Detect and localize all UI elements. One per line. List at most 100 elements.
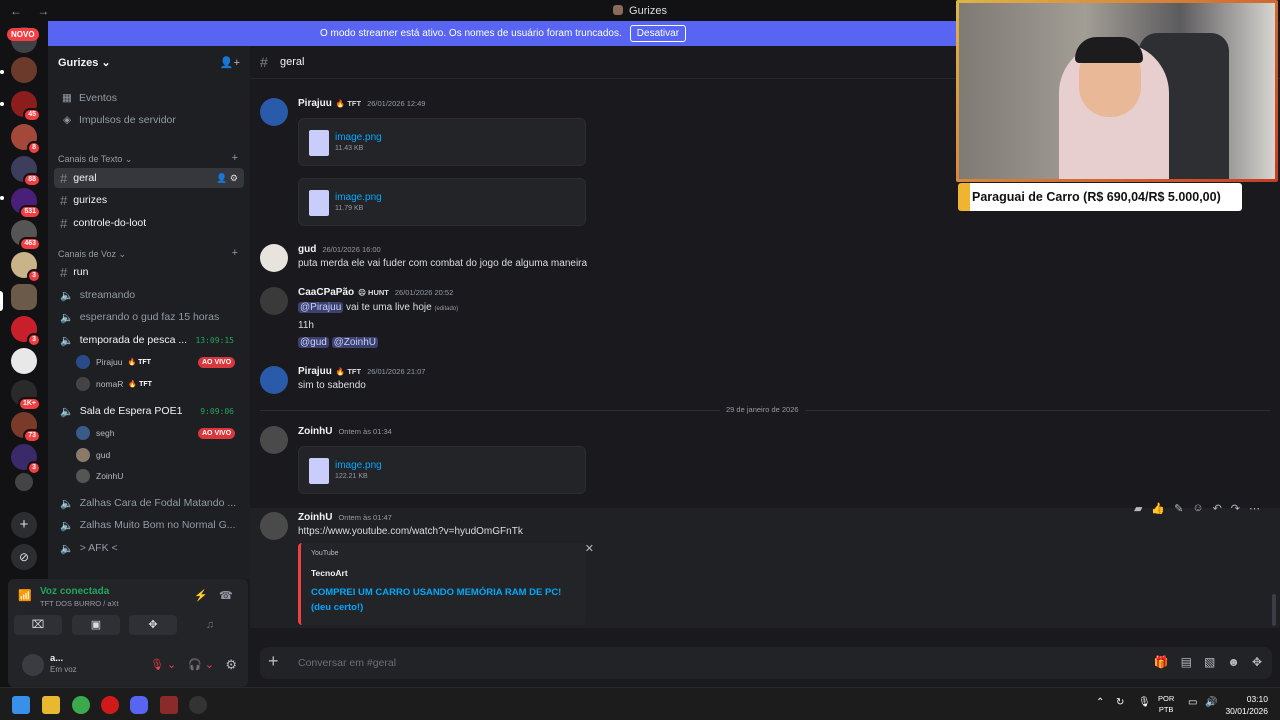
message-author[interactable]: ZoinhU xyxy=(298,426,332,437)
server-icon-13[interactable]: 3 xyxy=(11,444,41,475)
embed-title[interactable]: COMPREI UM CARRO USANDO MEMÓRIA RAM DE P… xyxy=(311,585,576,615)
add-channel-icon[interactable]: + xyxy=(232,152,238,164)
server-icon-3[interactable]: 45 xyxy=(11,91,41,122)
avatar[interactable] xyxy=(260,244,288,272)
reply-icon[interactable]: ↶ xyxy=(1213,502,1222,515)
server-icon-10[interactable] xyxy=(11,348,37,374)
mention[interactable]: @ZoinhU xyxy=(331,337,379,348)
mention[interactable]: @gud xyxy=(298,337,329,348)
channel-run[interactable]: # run xyxy=(54,262,244,282)
user-name[interactable]: a... xyxy=(50,653,63,664)
file-attachment[interactable]: image.png 11.79 KB xyxy=(298,178,586,226)
avatar[interactable] xyxy=(260,98,288,126)
voice-user[interactable]: Pirajuu 🔥 TFT xyxy=(76,355,151,369)
thumbs-up-icon[interactable]: 👍 xyxy=(1151,502,1165,515)
mention[interactable]: @Pirajuu xyxy=(298,302,344,313)
voice-channel-afk[interactable]: 🔈 > AFK < xyxy=(54,538,244,558)
sync-icon[interactable]: ↻ xyxy=(1116,697,1124,708)
voice-connected-title[interactable]: Voz conectada xyxy=(40,586,109,597)
discord-icon[interactable] xyxy=(130,696,148,714)
avatar[interactable] xyxy=(260,366,288,394)
server-icon-gurizes[interactable] xyxy=(11,284,37,310)
avatar[interactable] xyxy=(22,654,44,676)
server-icon-7[interactable]: 463 xyxy=(11,220,41,251)
chevron-up-icon[interactable]: ⌃ xyxy=(1096,697,1104,708)
mute-icon[interactable]: 🎙 ⌄ xyxy=(150,658,176,671)
explore-icon[interactable]: ⊘ xyxy=(11,544,37,570)
apps-icon[interactable]: ✥ xyxy=(1252,655,1262,669)
attach-icon[interactable]: + xyxy=(268,651,279,672)
message-input[interactable]: Conversar em #geral xyxy=(298,657,396,669)
voice-channel-zalhas2[interactable]: 🔈 Zalhas Muito Bom no Normal G... xyxy=(54,515,244,535)
start-icon[interactable] xyxy=(12,696,30,714)
message-author[interactable]: ZoinhU xyxy=(298,512,332,523)
sidebar-item-events[interactable]: ▦ Eventos xyxy=(60,92,117,104)
voice-user[interactable]: nomaR 🔥 TFT xyxy=(76,377,152,391)
file-attachment[interactable]: image.png 11.43 KB xyxy=(298,118,586,166)
gift-icon[interactable]: 🎁 xyxy=(1154,655,1169,669)
add-reaction-icon[interactable]: ☺ xyxy=(1192,502,1203,515)
server-icon-4[interactable]: 8 xyxy=(11,124,41,155)
avatar[interactable] xyxy=(260,512,288,540)
message-author[interactable]: Pirajuu xyxy=(298,366,332,377)
screenshare-button[interactable]: ▣ xyxy=(72,615,120,635)
server-icon-2[interactable] xyxy=(11,57,37,83)
invite-icon[interactable]: 👤+ xyxy=(220,56,240,69)
file-attachment[interactable]: image.png 122.21 KB xyxy=(298,446,586,494)
server-icon-11[interactable]: 1K+ xyxy=(11,380,41,411)
voice-category[interactable]: Canais de Voz ⌄ xyxy=(58,249,126,260)
activities-button[interactable]: ✥ xyxy=(129,615,177,635)
sidebar-item-boosts[interactable]: ◈ Impulsos de servidor xyxy=(60,114,176,126)
message-author[interactable]: gud xyxy=(298,244,316,255)
channel-controle-do-loot[interactable]: # controle-do-loot xyxy=(54,213,244,233)
noise-suppression-icon[interactable]: ⚡ xyxy=(194,589,208,602)
explorer-icon[interactable] xyxy=(42,696,60,714)
opera-icon[interactable] xyxy=(101,696,119,714)
channel-gurizes[interactable]: # gurizes xyxy=(54,190,244,210)
emoji-icon[interactable]: ☻ xyxy=(1227,655,1240,669)
avatar[interactable] xyxy=(260,426,288,454)
disconnect-icon[interactable]: ☎ xyxy=(219,589,233,602)
chrome-icon[interactable] xyxy=(72,696,90,714)
embed-author[interactable]: TecnoArt xyxy=(311,568,348,578)
camera-button[interactable]: ⌧ xyxy=(14,615,62,635)
voice-user[interactable]: gud xyxy=(76,448,110,462)
app-icon-2[interactable] xyxy=(189,696,207,714)
server-icon-12[interactable]: 73 xyxy=(11,412,41,443)
soundboard-button[interactable]: ♫ xyxy=(186,615,234,635)
server-icon-14[interactable] xyxy=(15,473,33,491)
file-name[interactable]: image.png xyxy=(335,460,382,471)
channel-settings-icon[interactable]: 👤 ⚙ xyxy=(216,173,238,184)
scrollbar[interactable] xyxy=(1272,594,1276,626)
forward-icon[interactable]: ↷ xyxy=(1231,502,1240,515)
voice-user[interactable]: ZoinhU xyxy=(76,469,123,483)
voice-channel-zalhas1[interactable]: 🔈 Zalhas Cara de Fodal Matando ... xyxy=(54,493,244,513)
reaction-icon[interactable]: ✎ xyxy=(1174,502,1183,515)
voice-channel-esperando[interactable]: 🔈 esperando o gud faz 15 horas xyxy=(54,307,244,327)
flag-reaction-icon[interactable]: ▰ xyxy=(1134,502,1142,515)
message-author[interactable]: Pirajuu xyxy=(298,98,332,109)
guild-name[interactable]: Gurizes ⌄ xyxy=(58,56,111,69)
channel-geral[interactable]: # geral 👤 ⚙ xyxy=(54,168,244,188)
server-icon-8[interactable]: 3 xyxy=(11,252,41,283)
message-author[interactable]: CaaCPaPão xyxy=(298,287,354,298)
add-server-icon[interactable]: + xyxy=(11,512,37,538)
voice-user[interactable]: segh xyxy=(76,426,114,440)
voice-connected-subtitle[interactable]: TFT DOS BURRO / aXt xyxy=(40,599,119,608)
add-voice-channel-icon[interactable]: + xyxy=(232,247,238,259)
gear-icon[interactable]: ⚙ xyxy=(225,657,237,673)
volume-icon[interactable]: 🔊 xyxy=(1205,697,1217,708)
server-icon-9[interactable]: 3 xyxy=(11,316,41,347)
voice-channel-streamando[interactable]: 🔈 streamando xyxy=(54,285,244,305)
app-icon[interactable] xyxy=(160,696,178,714)
avatar[interactable] xyxy=(260,287,288,315)
more-icon[interactable]: ⋯ xyxy=(1249,502,1260,515)
sticker-icon[interactable]: ▧ xyxy=(1204,655,1215,669)
server-icon-6[interactable]: 531 xyxy=(11,188,41,219)
language-indicator[interactable]: POR PTB xyxy=(1158,693,1174,715)
voice-channel-sala[interactable]: 🔈 Sala de Espera POE1 9:09:06 xyxy=(54,401,244,421)
text-category[interactable]: Canais de Texto ⌄ xyxy=(58,154,132,165)
mic-icon[interactable]: 🎙 xyxy=(1138,697,1151,708)
close-icon[interactable]: ✕ xyxy=(585,542,594,555)
clock[interactable]: 03:10 30/01/2026 xyxy=(1225,693,1268,717)
